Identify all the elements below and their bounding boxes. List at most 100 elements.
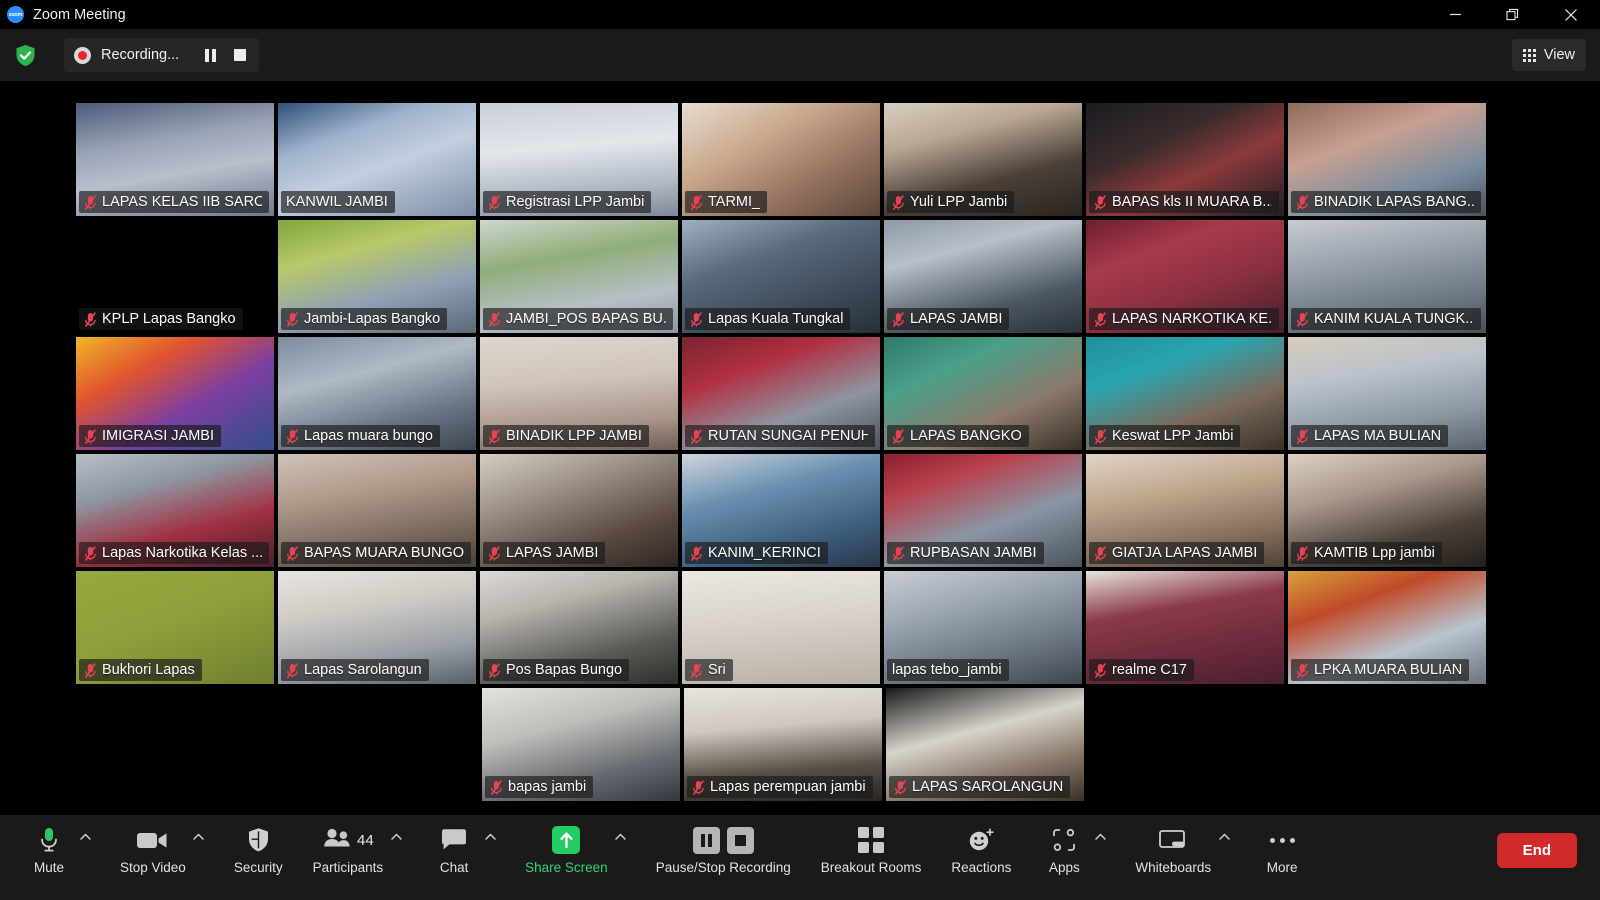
whiteboards-button[interactable]: Whiteboards	[1131, 824, 1215, 875]
participant-nameplate: RUPBASAN JAMBI	[887, 542, 1044, 564]
participant-tile[interactable]: Bukhori Lapas	[76, 571, 274, 684]
mute-button[interactable]: Mute	[22, 824, 76, 875]
more-dots-icon	[1270, 838, 1295, 843]
participant-name: BAPAS kls II MUARA B...	[1112, 194, 1272, 210]
participant-tile[interactable]: Sri	[682, 571, 880, 684]
end-meeting-button[interactable]: End	[1497, 833, 1577, 868]
participant-tile[interactable]: Lapas Kuala Tungkal	[682, 220, 880, 333]
participant-nameplate: KANWIL JAMBI	[281, 191, 395, 213]
whiteboards-options-chevron-up-icon[interactable]	[1215, 833, 1233, 841]
participant-name: lapas tebo_jambi	[892, 662, 1002, 678]
participant-tile[interactable]: KANIM KUALA TUNGK...	[1288, 220, 1486, 333]
breakout-rooms-label: Breakout Rooms	[821, 860, 922, 875]
participant-tile[interactable]: JAMBI_POS BAPAS BU...	[480, 220, 678, 333]
participant-tile[interactable]: Lapas perempuan jambi	[684, 688, 882, 801]
pause-icon[interactable]	[693, 827, 720, 854]
more-button[interactable]: More	[1255, 824, 1309, 875]
chat-options-chevron-up-icon[interactable]	[481, 833, 499, 841]
participant-tile[interactable]: LPKA MUARA BULIAN	[1288, 571, 1486, 684]
participant-tile[interactable]: LAPAS MA BULIAN	[1288, 337, 1486, 450]
participant-tile[interactable]: lapas tebo_jambi	[884, 571, 1082, 684]
participant-nameplate: KAMTIB Lpp jambi	[1291, 542, 1442, 564]
participant-tile[interactable]: realme C17	[1086, 571, 1284, 684]
participant-tile[interactable]: BINADIK LPP JAMBI	[480, 337, 678, 450]
meeting-toolbar: Mute Stop Video	[0, 815, 1600, 900]
breakout-rooms-icon	[858, 827, 884, 853]
pause-recording-icon[interactable]	[195, 40, 225, 70]
close-icon[interactable]	[1542, 0, 1600, 29]
participant-name: BINADIK LPP JAMBI	[506, 428, 642, 444]
participant-tile[interactable]: Lapas muara bungo	[278, 337, 476, 450]
participant-tile[interactable]: TARMI_	[682, 103, 880, 216]
window-title-bar: zoom Zoom Meeting	[0, 0, 1600, 29]
maximize-icon[interactable]	[1484, 0, 1542, 29]
participant-tile[interactable]: Registrasi LPP Jambi	[480, 103, 678, 216]
pause-stop-recording-button[interactable]: Pause/Stop Recording	[652, 824, 795, 875]
participant-tile[interactable]: LAPAS KELAS IIB SARO...	[76, 103, 274, 216]
participant-name: TARMI_	[708, 194, 760, 210]
participant-tile[interactable]: LAPAS JAMBI	[480, 454, 678, 567]
participant-nameplate: BAPAS MUARA BUNGO	[281, 542, 471, 564]
participant-tile[interactable]: LAPAS SAROLANGUN	[886, 688, 1084, 801]
participant-tile[interactable]: Keswat LPP Jambi	[1086, 337, 1284, 450]
participant-tile[interactable]: Jambi-Lapas Bangko	[278, 220, 476, 333]
recording-status-label: Recording...	[101, 47, 179, 63]
view-button[interactable]: View	[1512, 39, 1586, 71]
participant-nameplate: BINADIK LAPAS BANG...	[1291, 191, 1481, 213]
participant-nameplate: Lapas Kuala Tungkal	[685, 308, 850, 330]
participant-tile[interactable]: IMIGRASI JAMBI	[76, 337, 274, 450]
participants-group: 44 Participants	[309, 824, 406, 875]
participant-tile[interactable]: RUPBASAN JAMBI	[884, 454, 1082, 567]
participant-tile[interactable]: bapas jambi	[482, 688, 680, 801]
participant-name: Lapas Sarolangun	[304, 662, 422, 678]
participant-nameplate: KANIM_KERINCI	[685, 542, 828, 564]
participant-tile[interactable]: Lapas Sarolangun	[278, 571, 476, 684]
share-screen-button[interactable]: Share Screen	[521, 824, 612, 875]
participant-tile[interactable]: BAPAS MUARA BUNGO	[278, 454, 476, 567]
participant-tile[interactable]: LAPAS JAMBI	[884, 220, 1082, 333]
reactions-button[interactable]: Reactions	[947, 824, 1015, 875]
participant-tile[interactable]: KANWIL JAMBI	[278, 103, 476, 216]
participant-tile[interactable]: KPLP Lapas Bangko	[76, 220, 274, 333]
audio-options-chevron-up-icon[interactable]	[76, 833, 94, 841]
participant-nameplate: KANIM KUALA TUNGK...	[1291, 308, 1481, 330]
participant-name: LAPAS NARKOTIKA KE...	[1112, 311, 1272, 327]
participant-tile[interactable]: BINADIK LAPAS BANG...	[1288, 103, 1486, 216]
record-dot-icon	[74, 47, 91, 64]
participant-nameplate: bapas jambi	[485, 776, 593, 798]
participant-tile[interactable]: LAPAS NARKOTIKA KE...	[1086, 220, 1284, 333]
participant-nameplate: BINADIK LPP JAMBI	[483, 425, 649, 447]
participants-button[interactable]: 44 Participants	[309, 824, 388, 875]
participant-tile[interactable]: Yuli LPP Jambi	[884, 103, 1082, 216]
stop-icon[interactable]	[727, 827, 754, 854]
participant-tile[interactable]: RUTAN SUNGAI PENUH	[682, 337, 880, 450]
participant-tile[interactable]: Lapas Narkotika Kelas ...	[76, 454, 274, 567]
participant-name: Pos Bapas Bungo	[506, 662, 622, 678]
video-options-chevron-up-icon[interactable]	[190, 833, 208, 841]
minimize-icon[interactable]	[1426, 0, 1484, 29]
stop-video-button[interactable]: Stop Video	[116, 824, 190, 875]
apps-options-chevron-up-icon[interactable]	[1091, 833, 1109, 841]
participant-nameplate: Bukhori Lapas	[79, 659, 202, 681]
participant-tile[interactable]: Pos Bapas Bungo	[480, 571, 678, 684]
participant-name: LAPAS BANGKO	[910, 428, 1022, 444]
chat-button[interactable]: Chat	[427, 824, 481, 875]
participant-name: bapas jambi	[508, 779, 586, 795]
participant-tile[interactable]: LAPAS BANGKO	[884, 337, 1082, 450]
security-label: Security	[234, 860, 283, 875]
security-button[interactable]: Security	[230, 824, 287, 875]
participant-tile[interactable]: KAMTIB Lpp jambi	[1288, 454, 1486, 567]
participants-options-chevron-up-icon[interactable]	[387, 833, 405, 841]
more-label: More	[1267, 860, 1298, 875]
participant-tile[interactable]: KANIM_KERINCI	[682, 454, 880, 567]
participant-nameplate: Lapas Sarolangun	[281, 659, 429, 681]
shield-check-icon[interactable]	[14, 43, 36, 67]
share-options-chevron-up-icon[interactable]	[612, 833, 630, 841]
stop-recording-icon[interactable]	[225, 40, 255, 70]
share-screen-label: Share Screen	[525, 860, 608, 875]
participant-tile[interactable]: GIATJA LAPAS JAMBI	[1086, 454, 1284, 567]
participant-tile[interactable]: BAPAS kls II MUARA B...	[1086, 103, 1284, 216]
breakout-rooms-button[interactable]: Breakout Rooms	[817, 824, 926, 875]
participant-name: LAPAS MA BULIAN	[1314, 428, 1441, 444]
apps-button[interactable]: Apps	[1037, 824, 1091, 875]
